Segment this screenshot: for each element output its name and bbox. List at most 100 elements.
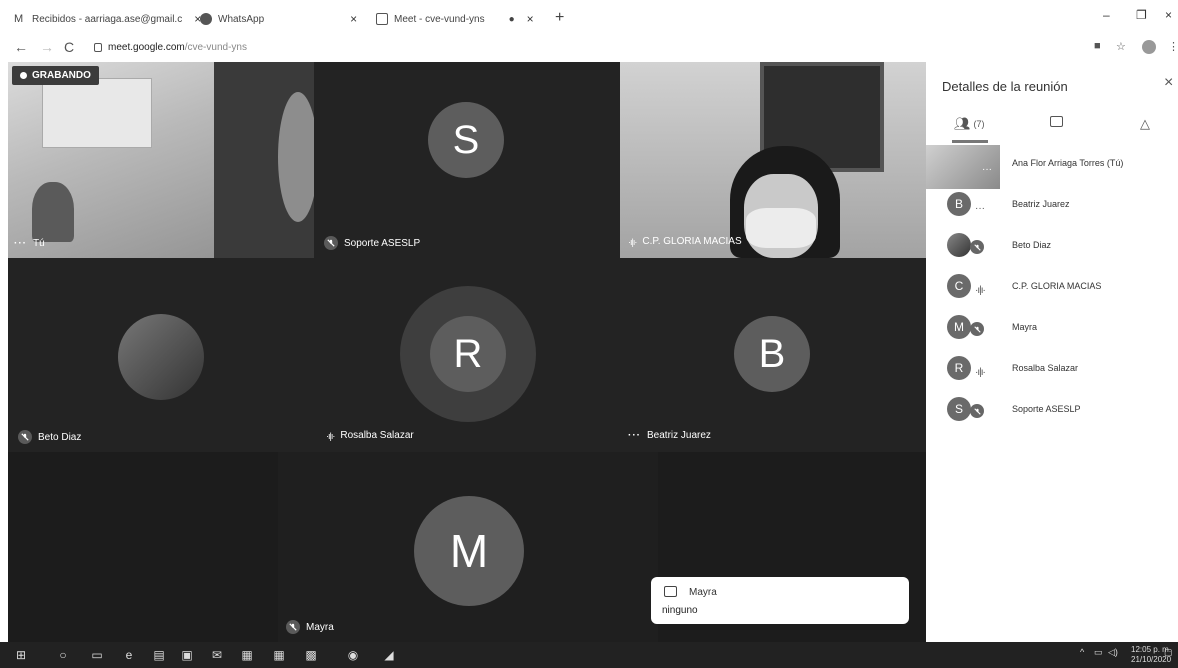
avatar: S (428, 102, 504, 178)
recording-dot-icon (20, 72, 27, 79)
tile-name-gloria: ·ı|ı· C.P. GLORIA MACIAS (628, 236, 742, 247)
mic-off-icon (970, 404, 984, 418)
chat-icon (664, 586, 677, 597)
close-tab-icon[interactable]: × (527, 12, 534, 26)
people-count: (7) (973, 119, 985, 129)
participant-row[interactable]: R ·ı|ı· Rosalba Salazar (926, 349, 1178, 390)
task-view-icon[interactable]: ▭ (90, 648, 104, 662)
participant-row[interactable]: B ··· Beatriz Juarez (926, 185, 1178, 226)
tab-chat[interactable] (1050, 116, 1063, 127)
audio-level-icon: ·ı|ı· (628, 236, 637, 247)
participant-row[interactable]: Beto Diaz (926, 226, 1178, 267)
tab-label: Recibidos - aarriaga.ase@gmail.c (32, 13, 183, 25)
menu-dots-icon[interactable]: ⋮ (1168, 40, 1178, 53)
tile-beto[interactable]: Beto Diaz (8, 258, 314, 452)
url-field[interactable]: meet.google.com/cve-vund-yns (94, 42, 247, 53)
meet-icon (376, 13, 388, 25)
audio-level-icon: ·ı|ı· (975, 285, 986, 296)
recording-badge: GRABANDO (12, 66, 99, 85)
tab-meet[interactable]: Meet - cve-vund-yns ● × (376, 8, 534, 30)
mic-off-icon (18, 430, 32, 444)
more-options-icon[interactable]: ··· (14, 238, 27, 249)
participant-row[interactable]: M Mayra (926, 308, 1178, 349)
tab-people[interactable]: 👥︎ (7) (954, 116, 985, 132)
tile-beatriz[interactable]: B ··· Beatriz Juarez (620, 258, 926, 452)
more-options-icon[interactable]: ··· (982, 164, 992, 175)
participant-avatar: R (947, 356, 971, 380)
volume-icon[interactable]: ◁) (1108, 647, 1118, 658)
reload-icon[interactable]: C (64, 39, 74, 55)
chat-toast[interactable]: Mayra ninguno (651, 577, 909, 624)
browser-tab-bar: M Recibidos - aarriaga.ase@gmail.c × Wha… (0, 0, 1178, 34)
back-arrow-icon[interactable]: ← (14, 39, 28, 55)
app-icon[interactable]: ◢ (382, 648, 396, 662)
audio-level-icon: ·ı|ı· (326, 430, 335, 441)
tile-name-you: ··· Tú (14, 238, 45, 249)
participant-avatar: C (947, 274, 971, 298)
search-icon[interactable]: ○ (56, 648, 70, 662)
windows-taskbar: ⊞ ○ ▭ e ▤ ▣ ✉ ▦ ▦ ▩ ◉ ◢ ^ ▭ ◁) 12:05 p. … (0, 642, 1178, 668)
face-mask (746, 208, 816, 248)
bookmark-star-icon[interactable]: ☆ (1116, 40, 1126, 53)
avatar: M (414, 496, 524, 606)
participant-avatar: S (947, 397, 971, 421)
notifications-icon[interactable]: ▢ (1164, 647, 1173, 658)
participant-avatar: M (947, 315, 971, 339)
mic-off-icon (970, 240, 984, 254)
participant-avatar: B (947, 192, 971, 216)
tile-mayra[interactable]: M Mayra (278, 452, 658, 642)
url-domain: meet.google.com (108, 42, 185, 53)
participant-row[interactable]: S Soporte ASESLP (926, 390, 1178, 431)
people-icon: 👥︎ (954, 116, 971, 131)
tile-gloria[interactable]: ·ı|ı· C.P. GLORIA MACIAS (620, 62, 926, 258)
tile-name-soporte: Soporte ASESLP (324, 236, 420, 250)
tile-name-rosalba: ·ı|ı· Rosalba Salazar (326, 430, 414, 441)
restore-icon[interactable]: ❐ (1136, 8, 1147, 22)
mic-off-icon (286, 620, 300, 634)
chat-icon (1050, 116, 1063, 127)
mail-icon[interactable]: ✉ (210, 648, 224, 662)
active-tab-indicator (952, 140, 988, 143)
tab-activities[interactable]: △ (1140, 116, 1150, 132)
panel-title: Detalles de la reunión (942, 79, 1068, 94)
participant-photo (947, 233, 971, 257)
tile-name-beto: Beto Diaz (18, 430, 81, 444)
address-bar: ← → C meet.google.com/cve-vund-yns ■ ☆ ⋮ (0, 34, 1178, 62)
camera-icon[interactable]: ■ (1094, 40, 1101, 52)
forward-arrow-icon[interactable]: → (40, 39, 54, 55)
file-explorer-icon[interactable]: ▤ (152, 648, 166, 662)
tab-label: WhatsApp (218, 13, 265, 25)
tile-soporte[interactable]: S Soporte ASESLP (314, 62, 620, 258)
minimize-icon[interactable]: – (1103, 8, 1110, 22)
window-close-icon[interactable]: × (1165, 8, 1172, 22)
more-options-icon[interactable]: ··· (628, 430, 641, 441)
recording-indicator-icon: ● (508, 13, 515, 25)
close-tab-icon[interactable]: × (350, 12, 357, 26)
chat-sender: Mayra (689, 587, 717, 598)
tab-gmail[interactable]: M Recibidos - aarriaga.ase@gmail.c × (14, 8, 201, 30)
outlook-icon[interactable]: ▩ (304, 648, 318, 662)
close-panel-icon[interactable]: × (1164, 74, 1173, 92)
store-icon[interactable]: ▣ (180, 648, 194, 662)
windows-start-icon[interactable]: ⊞ (14, 648, 28, 662)
tab-whatsapp[interactable]: WhatsApp × (200, 8, 357, 30)
tile-rosalba[interactable]: R ·ı|ı· Rosalba Salazar (314, 258, 620, 452)
new-tab-button[interactable]: + (555, 9, 564, 27)
network-icon[interactable]: ▭ (1094, 647, 1103, 658)
participant-row[interactable]: C ·ı|ı· C.P. GLORIA MACIAS (926, 267, 1178, 308)
tile-name-beatriz: ··· Beatriz Juarez (628, 430, 711, 441)
excel-icon[interactable]: ▦ (240, 648, 254, 662)
more-options-icon[interactable]: ··· (975, 203, 985, 214)
audio-level-icon: ·ı|ı· (975, 367, 986, 378)
chrome-icon[interactable]: ◉ (346, 648, 360, 662)
edge-browser-icon[interactable]: e (122, 648, 136, 662)
participant-row[interactable]: ··· Ana Flor Arriaga Torres (Tú) (926, 144, 1178, 189)
excel-icon[interactable]: ▦ (272, 648, 286, 662)
mic-off-icon (970, 322, 984, 336)
url-path: /cve-vund-yns (184, 42, 247, 53)
tile-you[interactable]: ··· Tú (8, 62, 314, 258)
tray-chevron-icon[interactable]: ^ (1080, 647, 1084, 657)
screen: M Recibidos - aarriaga.ase@gmail.c × Wha… (0, 0, 1178, 668)
profile-avatar[interactable] (1142, 40, 1156, 54)
mic-off-icon (324, 236, 338, 250)
